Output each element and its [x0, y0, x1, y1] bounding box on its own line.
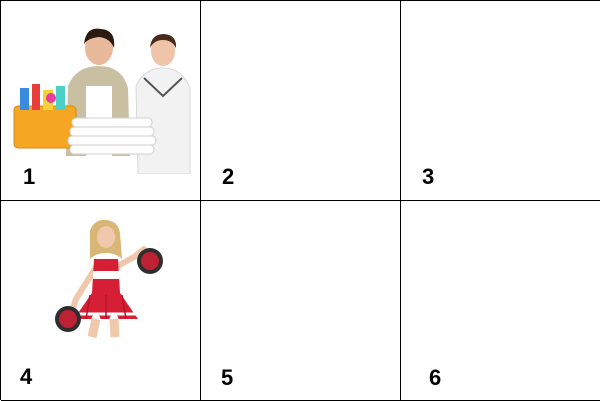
picture-grid: 1 2 3 4 5 6	[0, 0, 600, 401]
grid-cell-5[interactable]: 5	[201, 201, 401, 401]
grid-cell-4[interactable]: 4	[1, 201, 201, 401]
cell-number-2: 2	[222, 164, 235, 189]
cell-number-4: 4	[20, 364, 33, 389]
cell-number-6: 6	[429, 365, 442, 390]
cheerleader-photo	[55, 219, 163, 384]
cell-number-3: 3	[422, 164, 435, 189]
cleaning-staff-photo	[13, 28, 191, 174]
grid-cell-6[interactable]: 6	[401, 201, 600, 401]
cell-number-1: 1	[23, 164, 36, 189]
grid-cell-3[interactable]: 3	[401, 1, 600, 201]
cell-number-5: 5	[221, 365, 234, 390]
grid-cell-2[interactable]: 2	[201, 1, 401, 201]
grid-cell-1[interactable]: 1	[1, 1, 201, 201]
